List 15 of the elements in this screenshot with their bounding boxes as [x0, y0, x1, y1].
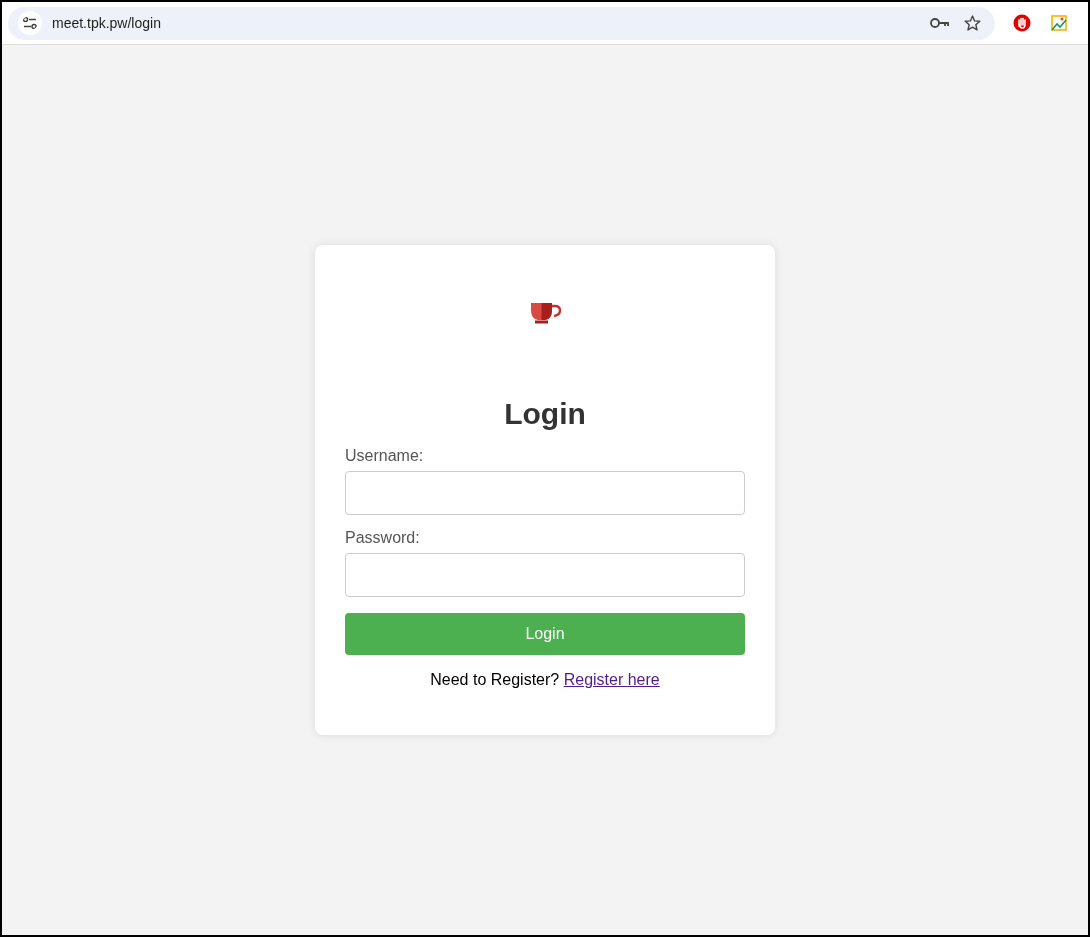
field-label: Username:: [345, 447, 425, 465]
address-bar[interactable]: meet.tpk.pw/login: [8, 6, 995, 40]
login-heading: Login: [503, 397, 587, 431]
field-label: Password:: [345, 529, 421, 547]
star-icon[interactable]: [964, 15, 981, 31]
image-icon[interactable]: [1051, 15, 1067, 31]
key-icon[interactable]: [930, 17, 950, 29]
url-text: meet.tpk.pw/login: [52, 15, 161, 31]
input-field[interactable]: [345, 553, 745, 597]
site-settings-icon[interactable]: [18, 11, 42, 35]
register-link[interactable]: Register here: [563, 671, 660, 688]
hand-stop-icon[interactable]: [1013, 14, 1031, 32]
register-prompt: Need to Register? Register here: [429, 671, 661, 689]
input-field[interactable]: [345, 471, 745, 515]
coffee-cup-icon: [530, 301, 562, 325]
